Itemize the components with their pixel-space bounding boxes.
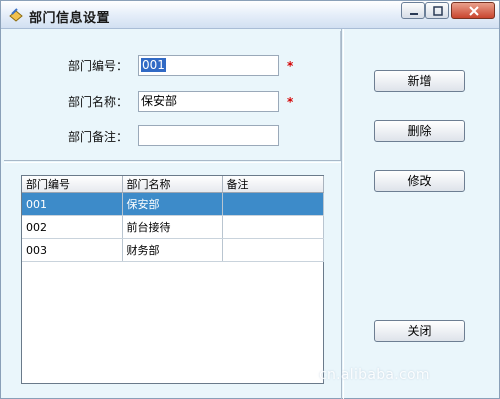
title-bar[interactable]: 部门信息设置 bbox=[1, 1, 499, 29]
dept-note-label: 部门备注： bbox=[68, 130, 129, 144]
close-icon bbox=[469, 6, 479, 16]
required-mark: * bbox=[287, 95, 294, 109]
dept-table[interactable]: 部门编号 部门名称 备注 001 保安部 002 前台接待 003 财务部 bbox=[21, 175, 324, 384]
cell-dept-name: 前台接待 bbox=[122, 215, 223, 239]
cell-dept-name: 保安部 bbox=[122, 192, 223, 216]
dept-name-label: 部门名称： bbox=[68, 95, 129, 109]
dept-no-label: 部门编号： bbox=[68, 59, 129, 73]
required-mark: * bbox=[287, 59, 294, 73]
app-icon bbox=[9, 8, 23, 22]
table-row[interactable]: 002 前台接待 bbox=[22, 215, 324, 239]
add-button[interactable]: 新增 bbox=[374, 70, 465, 92]
minimize-icon bbox=[410, 13, 418, 15]
cell-dept-no: 002 bbox=[22, 215, 123, 239]
vertical-divider bbox=[341, 29, 344, 399]
cell-dept-no: 001 bbox=[22, 192, 123, 216]
dept-no-input[interactable]: 001 bbox=[138, 55, 279, 76]
close-window-button[interactable] bbox=[451, 2, 495, 19]
dept-settings-window: 部门信息设置 部门编号： 001 * 部门名称： 保安部 * 部门备注： 部门编… bbox=[0, 0, 500, 399]
cell-note bbox=[222, 238, 324, 262]
cell-note bbox=[222, 215, 324, 239]
table-row[interactable]: 003 财务部 bbox=[22, 238, 324, 262]
dept-name-input[interactable]: 保安部 bbox=[138, 91, 279, 112]
delete-button[interactable]: 删除 bbox=[374, 120, 465, 142]
table-header: 部门编号 部门名称 备注 bbox=[22, 176, 324, 193]
window-title: 部门信息设置 bbox=[29, 11, 111, 26]
cell-dept-name: 财务部 bbox=[122, 238, 223, 262]
column-header[interactable]: 备注 bbox=[222, 176, 324, 193]
maximize-button[interactable] bbox=[425, 2, 449, 19]
dept-note-input[interactable] bbox=[138, 125, 279, 146]
close-button[interactable]: 关闭 bbox=[374, 320, 465, 342]
table-row[interactable]: 001 保安部 bbox=[22, 192, 324, 216]
edit-button[interactable]: 修改 bbox=[374, 170, 465, 192]
cell-dept-no: 003 bbox=[22, 238, 123, 262]
horizontal-divider bbox=[4, 160, 341, 163]
maximize-icon bbox=[433, 6, 443, 16]
dept-no-value: 001 bbox=[141, 58, 166, 72]
column-header[interactable]: 部门名称 bbox=[122, 176, 223, 193]
cell-note bbox=[222, 192, 324, 216]
column-header[interactable]: 部门编号 bbox=[22, 176, 123, 193]
watermark: cn.alibaba.com bbox=[319, 367, 430, 383]
minimize-button[interactable] bbox=[401, 2, 425, 19]
